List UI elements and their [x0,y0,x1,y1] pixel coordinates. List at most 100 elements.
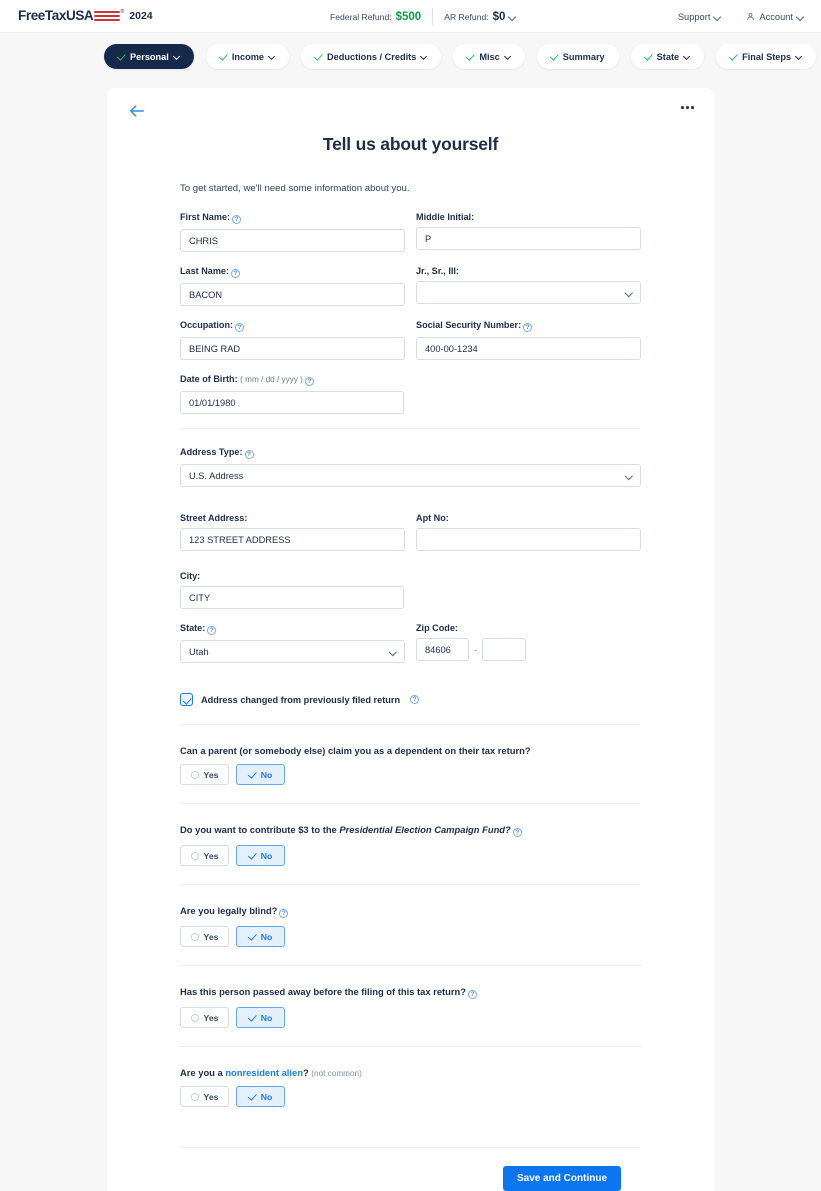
lastname-row: Last Name:? Jr., Sr., III: [180,266,641,320]
step-tab-misc[interactable]: Misc [453,44,525,69]
state-field-group: State:? Utah [180,623,405,677]
dob-label: Date of Birth: ( mm / dd / yyyy )? [180,374,641,386]
trademark-symbol: ® [120,9,125,16]
apt-field-group: Apt No: [416,513,641,565]
step-tab-deductions-credits[interactable]: Deductions / Credits [300,44,442,69]
federal-refund-label: Federal Refund: [330,11,392,22]
first-name-input[interactable] [180,229,405,252]
help-icon[interactable]: ? [207,626,217,635]
answer-no-button[interactable]: No [236,926,285,947]
state-refund[interactable]: AR Refund: $0 [444,11,515,23]
first-name-label: First Name:? [180,212,405,224]
answer-no-button[interactable]: No [236,1086,285,1107]
help-icon[interactable]: ? [279,909,289,918]
answer-no-button[interactable]: No [236,845,285,866]
help-icon[interactable]: ? [410,695,420,704]
check-icon [249,1093,256,1100]
ssn-input[interactable] [416,337,641,360]
answer-yes-button[interactable]: Yes [180,845,229,866]
help-icon[interactable]: ? [232,215,242,224]
step-tab-personal[interactable]: Personal [104,44,194,69]
answer-yes-label: Yes [203,1091,219,1102]
intro-text: To get started, we'll need some informat… [180,183,410,194]
step-tab-label: Income [231,51,264,62]
answer-yes-button[interactable]: Yes [180,1086,229,1107]
city-input[interactable] [180,586,404,609]
answer-yes-label: Yes [203,1012,219,1023]
first-name-field-group: First Name:? [180,212,405,266]
answer-yes-button[interactable]: Yes [180,1007,229,1028]
dob-input[interactable] [180,391,404,414]
occupation-input[interactable] [180,337,405,360]
question-divider [180,1046,641,1047]
state-select[interactable]: Utah [180,640,405,663]
answer-no-button[interactable]: No [236,1007,285,1028]
chevron-down-icon [269,54,275,60]
zip-plus4-input[interactable] [482,638,526,661]
middle-initial-input[interactable] [416,227,641,250]
chevron-down-icon [797,14,803,20]
suffix-label: Jr., Sr., III: [416,266,459,276]
card-header [107,88,714,136]
step-tab-label: Personal [130,51,169,62]
apt-input[interactable] [416,528,641,551]
suffix-select[interactable] [416,281,641,304]
freetaxusa-logo[interactable]: FreeTaxUSA ® [18,8,124,24]
account-label: Account [759,11,793,22]
back-arrow-icon[interactable] [129,104,145,118]
federal-refund: Federal Refund: $500 [330,11,421,23]
chevron-down-icon [509,14,515,20]
save-and-continue-button[interactable]: Save and Continue [502,1166,621,1191]
city-label: City: [180,571,201,581]
help-icon[interactable]: ? [235,323,245,332]
address-changed-checkbox-row[interactable]: Address changed from previously filed re… [180,693,641,706]
support-label: Support [677,11,711,22]
address-type-label: Address Type:? [180,447,641,459]
zip-input[interactable] [416,638,469,661]
check-icon [249,771,256,778]
last-name-label: Last Name:? [180,266,405,278]
question-block: Has this person passed away before the f… [180,986,641,1047]
refund-separator [432,8,434,25]
ssn-label: Social Security Number:? [416,320,641,332]
nonresident-alien-link[interactable]: nonresident alien [225,1067,303,1078]
section-divider [180,724,641,725]
last-name-input[interactable] [180,283,405,306]
question-block: Can a parent (or somebody else) claim yo… [180,745,641,804]
address-changed-checkbox[interactable] [180,693,193,706]
address-type-field-group: Address Type:? U.S. Address [180,447,641,487]
card-footer: Save and Continue [180,1148,641,1191]
check-icon [220,53,227,60]
chevron-down-icon [684,54,690,60]
step-tab-income[interactable]: Income [205,44,289,69]
help-icon[interactable]: ? [304,377,314,386]
help-icon[interactable]: ? [468,990,477,999]
help-icon[interactable]: ? [231,269,241,278]
refund-summary: Federal Refund: $500 AR Refund: $0 [330,0,515,33]
answer-yes-button[interactable]: Yes [180,926,229,947]
suffix-field-group: Jr., Sr., III: [416,266,641,320]
logo-text: FreeTaxUSA [18,8,94,24]
page-title: Tell us about yourself [322,134,499,154]
question-label-post: ? [302,1067,309,1078]
street-input[interactable] [180,528,405,551]
step-tab-state[interactable]: State [630,44,705,69]
help-icon[interactable]: ? [244,450,254,459]
middle-initial-field-group: Middle Initial: [416,212,641,266]
question-block: Do you want to contribute $3 to the Pres… [180,824,641,885]
answer-no-button[interactable]: No [236,764,285,785]
question-divider [180,803,641,804]
brand[interactable]: FreeTaxUSA ® 2024 [18,9,153,23]
step-tab-summary[interactable]: Summary [536,44,619,69]
ellipsis-icon[interactable] [681,106,694,109]
occupation-label: Occupation:? [180,320,405,332]
help-icon[interactable]: ? [512,828,522,837]
step-tab-final-steps[interactable]: Final Steps [716,44,817,69]
help-icon[interactable]: ? [523,323,533,332]
question-label: Can a parent (or somebody else) claim yo… [180,745,531,756]
support-menu[interactable]: Support [678,12,721,22]
account-menu[interactable]: Account [746,12,803,22]
question-divider [180,965,641,966]
address-type-select[interactable]: U.S. Address [180,464,641,487]
answer-yes-button[interactable]: Yes [180,764,229,785]
